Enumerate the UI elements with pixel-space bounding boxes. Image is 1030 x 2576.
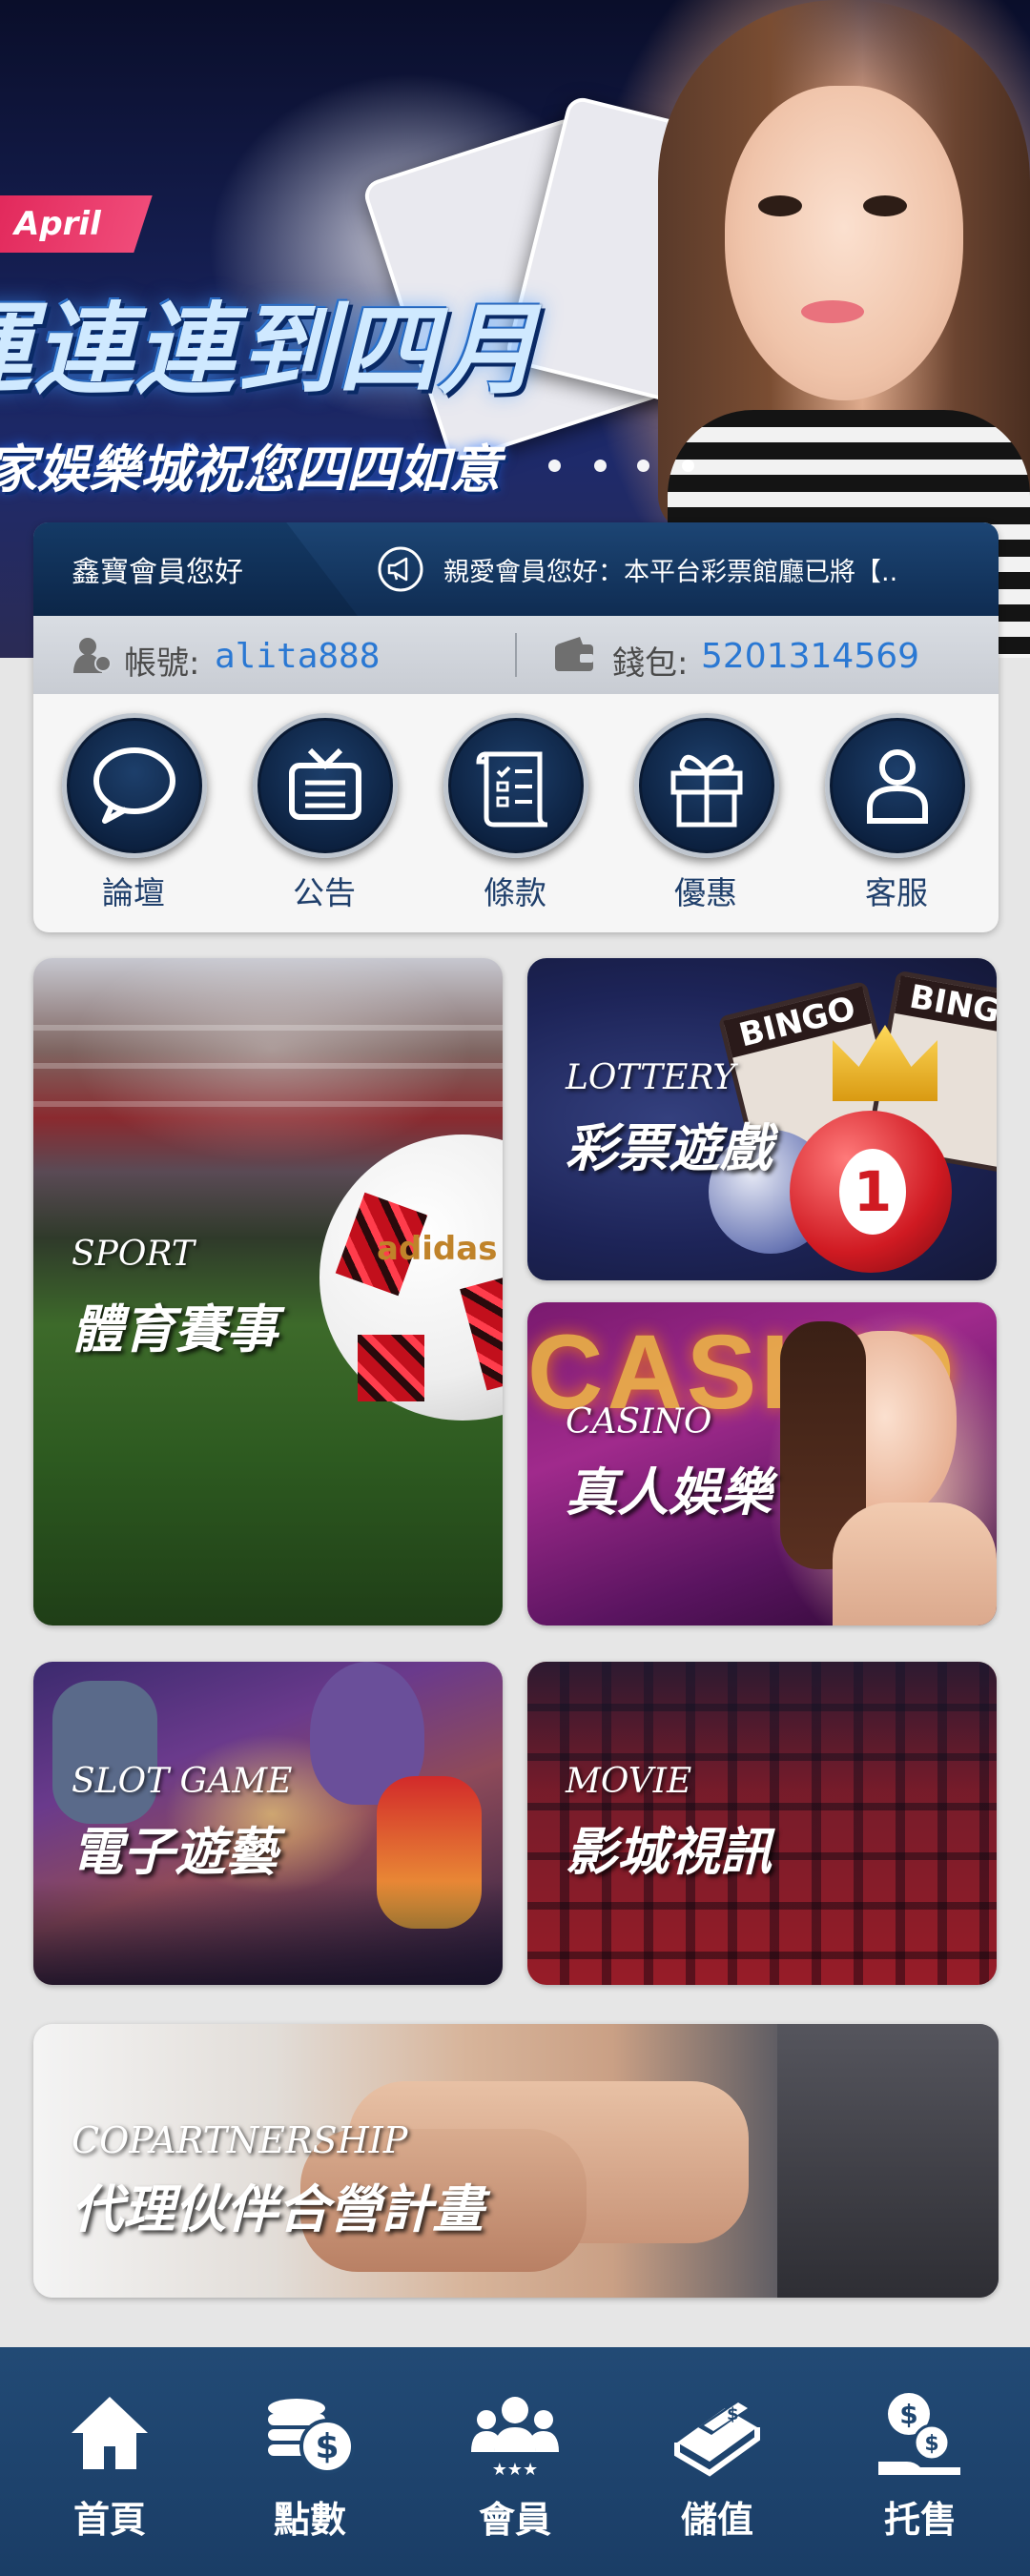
member-header: 鑫寶會員您好 親愛會員您好：本平台彩票館廳已將【.. xyxy=(33,522,999,616)
tile-title-zh: 彩票遊戲 xyxy=(566,1117,772,1178)
carousel-dot[interactable] xyxy=(548,460,561,472)
tile-title-zh: 影城視訊 xyxy=(566,1821,772,1882)
game-tile-movie[interactable]: MOVIE 影城視訊 xyxy=(527,1662,997,1985)
account-value: alita888 xyxy=(215,637,381,676)
nav-sell[interactable]: $ $ 托售 xyxy=(844,2385,997,2547)
tile-title-en: CASINO xyxy=(566,1402,712,1441)
bottom-nav: 首頁 $ 點數 ★★★ 會員 $ 儲值 $ $ 托售 xyxy=(0,2347,1030,2576)
banner-model-eye xyxy=(863,195,907,216)
ball-pattern xyxy=(358,1335,424,1401)
member-panel: 鑫寶會員您好 親愛會員您好：本平台彩票館廳已將【.. 帳號: alita888 … xyxy=(33,522,999,932)
member-greeting: 鑫寶會員您好 xyxy=(72,556,243,589)
quick-link-label: 公告 xyxy=(293,874,356,911)
wallet-value: 5201314569 xyxy=(701,637,920,676)
carousel-dot[interactable] xyxy=(594,460,607,472)
quick-link-label: 客服 xyxy=(865,874,928,911)
stadium-stand-line xyxy=(33,1063,503,1069)
banner-month-tag: April xyxy=(0,195,153,253)
home-icon xyxy=(72,2397,148,2469)
members-icon: ★★★ xyxy=(471,2397,559,2480)
tile-title-en: LOTTERY xyxy=(566,1058,736,1097)
game-tile-casino[interactable]: CASINO CASINO 真人娛樂 xyxy=(527,1302,997,1625)
nav-label: 點數 xyxy=(273,2499,346,2541)
quick-link-forum[interactable]: 論壇 xyxy=(62,713,207,911)
stadium-stand-line xyxy=(33,1025,503,1031)
carousel-dot[interactable] xyxy=(637,460,649,472)
tv-icon xyxy=(289,747,361,820)
stadium-stand-line xyxy=(33,1101,503,1107)
nav-label: 儲值 xyxy=(680,2499,753,2541)
tile-title-zh: 電子遊藝 xyxy=(72,1821,278,1882)
money-bag-hand-icon: $ $ xyxy=(878,2393,960,2475)
tile-title-en: MOVIE xyxy=(566,1762,692,1801)
nav-label: 會員 xyxy=(478,2499,551,2541)
account-divider xyxy=(515,633,517,677)
nav-home[interactable]: 首頁 xyxy=(33,2385,186,2547)
tile-title-en: SLOT GAME xyxy=(72,1762,293,1801)
nav-points[interactable]: $ 點數 xyxy=(234,2385,386,2547)
nav-label: 托售 xyxy=(883,2499,957,2541)
lottery-ball-image: 1 xyxy=(790,1111,952,1273)
suit-sleeve-image xyxy=(777,2024,999,2298)
tile-shade xyxy=(33,1881,503,1985)
coins-dollar-icon: $ xyxy=(268,2399,355,2474)
quick-link-label: 優惠 xyxy=(674,874,737,911)
svg-text:★★★: ★★★ xyxy=(492,2460,538,2480)
quick-link-promotions[interactable]: 優惠 xyxy=(634,713,779,911)
partnership-banner[interactable]: COPARTNERSHIP 代理伙伴合營計畫 xyxy=(33,2024,999,2298)
quick-link-announcement[interactable]: 公告 xyxy=(253,713,398,911)
account-bar: 帳號: alita888 錢包: 5201314569 xyxy=(33,616,999,694)
cash-deposit-icon: $ xyxy=(674,2401,760,2477)
user-icon xyxy=(73,638,112,673)
tile-title-en: COPARTNERSHIP xyxy=(72,2119,408,2161)
nav-label: 首頁 xyxy=(72,2499,146,2541)
hero-figure-image xyxy=(52,1681,157,1824)
wallet-icon xyxy=(555,637,593,671)
svg-text:$: $ xyxy=(727,2404,739,2424)
gift-box-icon xyxy=(670,754,743,828)
banner-model-lips xyxy=(801,300,864,323)
tile-title-zh: 體育賽事 xyxy=(72,1298,278,1360)
soccer-ball-image: adidas xyxy=(319,1135,503,1421)
megaphone-icon xyxy=(378,546,423,592)
banner-subline: 家娛樂城祝您四四如意 xyxy=(0,439,501,500)
quick-link-terms[interactable]: 條款 xyxy=(443,713,588,911)
nav-deposit[interactable]: $ 儲值 xyxy=(641,2385,793,2547)
tile-title-zh: 代理伙伴合營計畫 xyxy=(72,2178,484,2239)
svg-text:$: $ xyxy=(899,2399,917,2430)
game-tile-lottery[interactable]: BINGO BINGO 1 LOTTERY 彩票遊戲 xyxy=(527,958,997,1280)
casino-model-shoulder xyxy=(833,1503,997,1625)
ball-pattern xyxy=(460,1269,503,1391)
nav-members[interactable]: ★★★ 會員 xyxy=(439,2385,591,2547)
quick-link-customer-service[interactable]: 客服 xyxy=(825,713,970,911)
banner-model-face xyxy=(725,86,963,400)
banner-model-eye xyxy=(758,195,802,216)
chat-bubble-icon xyxy=(93,747,175,824)
quick-link-label: 論壇 xyxy=(102,874,165,911)
quick-link-label: 條款 xyxy=(484,874,546,911)
scroll-checklist-icon xyxy=(476,751,548,828)
tile-title-zh: 真人娛樂 xyxy=(566,1462,772,1523)
svg-text:$: $ xyxy=(924,2432,938,2456)
person-icon xyxy=(867,749,928,824)
account-label: 帳號: xyxy=(124,644,200,683)
notice-marquee[interactable]: 親愛會員您好：本平台彩票館廳已將【.. xyxy=(443,551,987,588)
tile-title-en: SPORT xyxy=(72,1235,195,1274)
ball-brand: adidas xyxy=(377,1230,498,1268)
carousel-dot[interactable] xyxy=(682,460,694,472)
game-tile-sport[interactable]: adidas SPORT 體育賽事 xyxy=(33,958,503,1625)
game-tile-slot[interactable]: SLOT GAME 電子遊藝 xyxy=(33,1662,503,1985)
svg-text:$: $ xyxy=(315,2427,339,2466)
banner-headline: 運連連到四月 xyxy=(0,291,541,408)
wallet-label: 錢包: xyxy=(612,644,689,683)
